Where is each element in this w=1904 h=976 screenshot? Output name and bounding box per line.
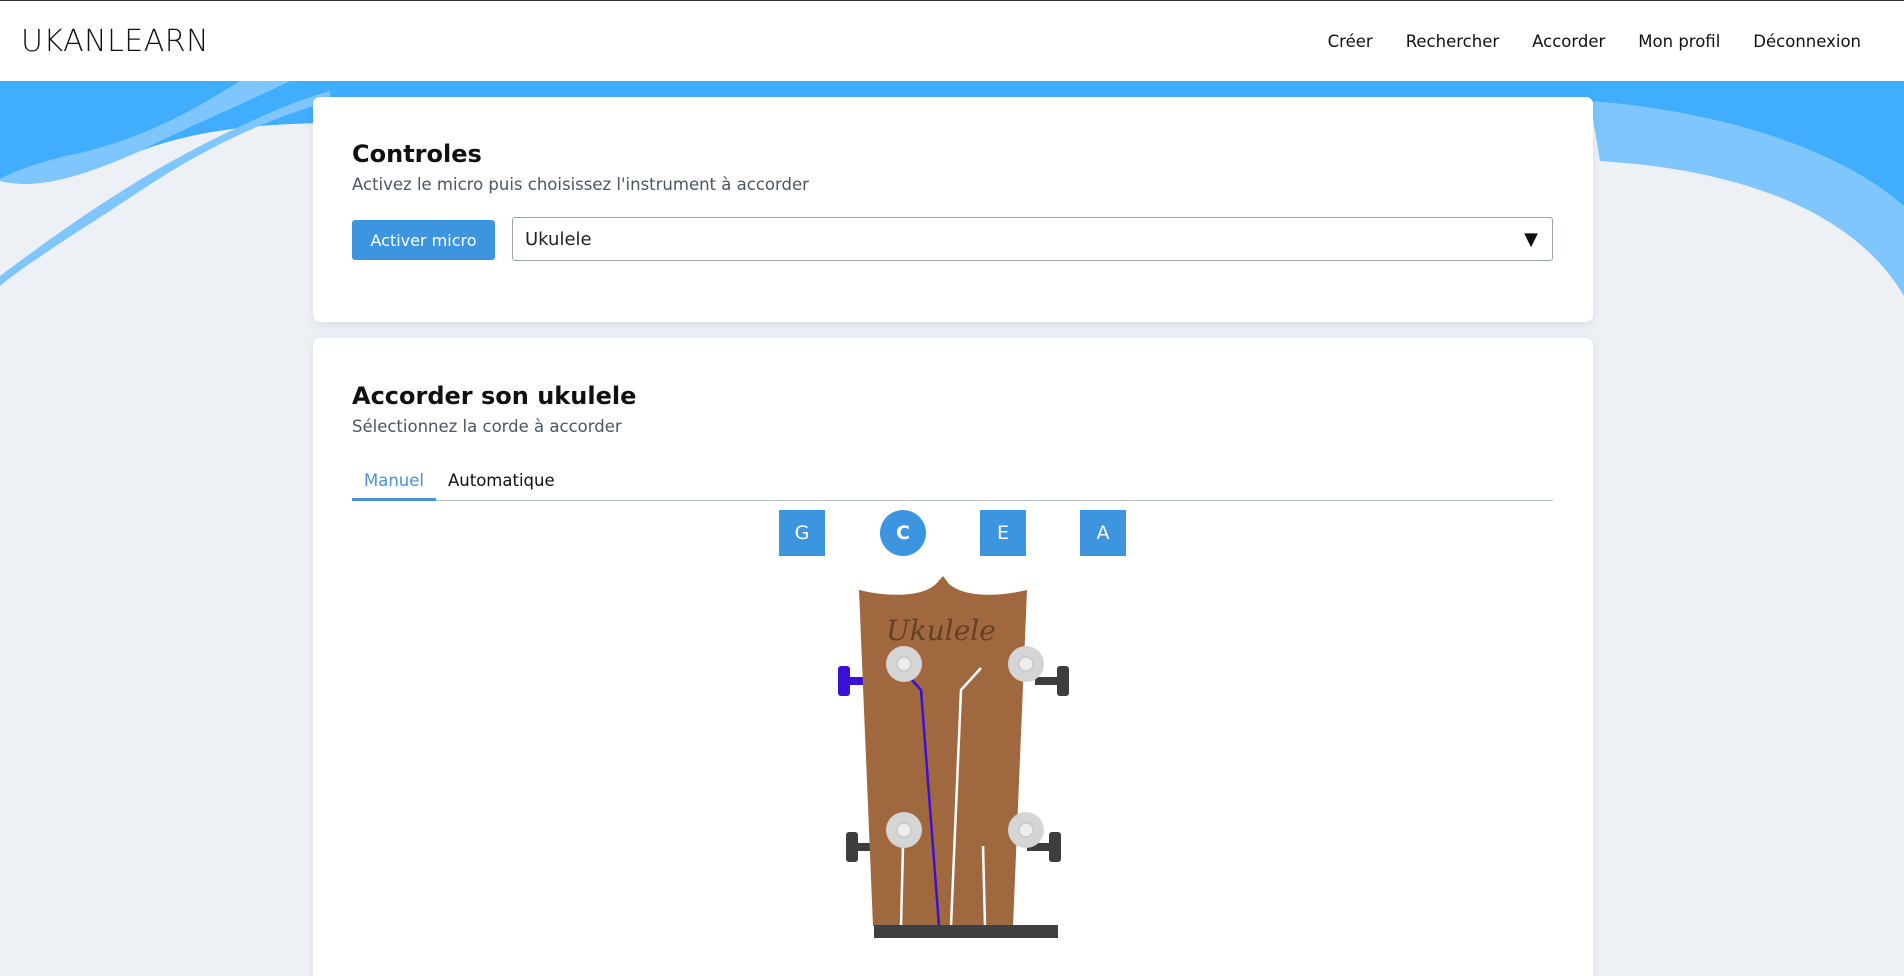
controls-subtitle: Activez le micro puis choisissez l'instr…: [352, 175, 809, 194]
string-e-button[interactable]: E: [980, 510, 1026, 556]
string-c-button[interactable]: C: [880, 510, 926, 556]
tuner-title: Accorder son ukulele: [352, 382, 637, 410]
main-nav: Créer Rechercher Accorder Mon profil Déc…: [1295, 32, 1861, 51]
tuner-post-a: [1008, 646, 1044, 682]
top-navbar: UKANLEARN Créer Rechercher Accorder Mon …: [0, 0, 1904, 81]
tuner-post-g: [886, 646, 922, 682]
nav-link-accorder[interactable]: Accorder: [1532, 32, 1605, 51]
instrument-select[interactable]: Ukulele ▼: [512, 217, 1553, 261]
nav-link-rechercher[interactable]: Rechercher: [1406, 32, 1499, 51]
ukulele-headstock: Ukulele: [838, 576, 1069, 938]
nav-link-deconnexion[interactable]: Déconnexion: [1753, 32, 1861, 51]
nav-link-mon-profil[interactable]: Mon profil: [1638, 32, 1720, 51]
controls-card: Controles Activez le micro puis choisiss…: [313, 97, 1593, 322]
tuner-tabs: Manuel Automatique: [352, 466, 1553, 501]
string-g-button[interactable]: G: [779, 510, 825, 556]
headstock-nut: [874, 925, 1058, 938]
string-a-button[interactable]: A: [1080, 510, 1126, 556]
brand-logo[interactable]: UKANLEARN: [21, 24, 209, 59]
tuner-post-c: [886, 812, 922, 848]
nav-link-creer[interactable]: Créer: [1328, 32, 1373, 51]
instrument-select-value: Ukulele: [525, 228, 592, 250]
controls-title: Controles: [352, 140, 482, 168]
tuner-post-e: [1008, 812, 1044, 848]
dropdown-arrow-icon: ▼: [1524, 228, 1538, 250]
activate-mic-button[interactable]: Activer micro: [352, 220, 495, 260]
tab-manuel[interactable]: Manuel: [352, 466, 436, 501]
tuner-card: Accorder son ukulele Sélectionnez la cor…: [313, 338, 1593, 976]
headstock-logo: Ukulele: [886, 614, 996, 647]
tuner-subtitle: Sélectionnez la corde à accorder: [352, 417, 622, 436]
tab-automatique[interactable]: Automatique: [436, 466, 567, 501]
